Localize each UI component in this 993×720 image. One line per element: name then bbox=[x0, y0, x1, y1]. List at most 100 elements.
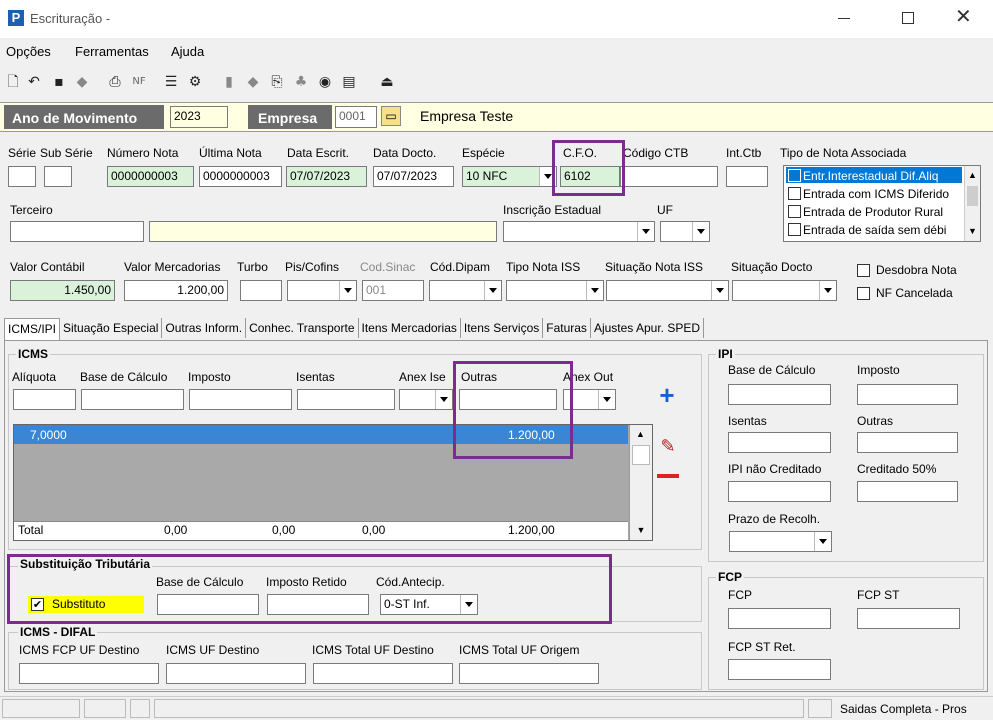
exit-icon[interactable]: ⏏ bbox=[378, 73, 396, 91]
preview-icon[interactable]: ⎙ bbox=[106, 73, 124, 91]
situacaodocto-select[interactable] bbox=[732, 280, 837, 301]
especie-select[interactable]: 10 NFC bbox=[462, 166, 557, 187]
serie-input[interactable] bbox=[8, 166, 36, 187]
ipi-isentas-input[interactable] bbox=[728, 432, 831, 453]
codsinac-input[interactable]: 001 bbox=[362, 280, 424, 301]
ipi-imposto-input[interactable] bbox=[857, 384, 958, 405]
situacaoiss-select[interactable] bbox=[606, 280, 729, 301]
tab-conhec-transporte[interactable]: Conhec. Transporte bbox=[246, 318, 359, 338]
terceiro-code-input[interactable] bbox=[10, 221, 144, 242]
data-escrit-input[interactable]: 07/07/2023 bbox=[286, 166, 367, 187]
erase-icon[interactable]: ◆ bbox=[73, 73, 91, 91]
difal-total-orig-input[interactable] bbox=[459, 663, 599, 684]
maximize-icon[interactable] bbox=[902, 12, 914, 24]
icms-aliquota-input[interactable] bbox=[13, 389, 76, 410]
ipi-nao-cred-input[interactable] bbox=[728, 481, 831, 502]
tipo-nota-item[interactable]: Entr.Interestadual Dif.Aliq bbox=[786, 167, 962, 183]
data-docto-label: Data Docto. bbox=[373, 146, 437, 160]
menu-opcoes[interactable]: Opções bbox=[6, 44, 51, 59]
nf-cancelada-checkbox[interactable] bbox=[857, 287, 870, 300]
nfe-icon[interactable]: NF bbox=[130, 73, 148, 91]
int-ctb-input[interactable] bbox=[726, 166, 768, 187]
valor-mercadorias-input[interactable]: 1.200,00 bbox=[124, 280, 228, 301]
empresa-code-input[interactable]: 0001 bbox=[335, 106, 377, 128]
menu-ajuda[interactable]: Ajuda bbox=[171, 44, 204, 59]
ano-input[interactable]: 2023 bbox=[170, 106, 228, 128]
icms-imposto-input[interactable] bbox=[189, 389, 292, 410]
turbo-input[interactable] bbox=[240, 280, 282, 301]
icms-anexise-select[interactable] bbox=[399, 389, 453, 410]
piscofins-select[interactable] bbox=[287, 280, 357, 301]
tab-itens-mercadorias[interactable]: Itens Mercadorias bbox=[359, 318, 461, 338]
fcp-input[interactable] bbox=[728, 608, 831, 629]
fcp-st-ret-input[interactable] bbox=[728, 659, 831, 680]
tipo-nota-item[interactable]: Entrada de saída sem débi bbox=[786, 221, 962, 237]
edit-row-button[interactable]: ✎ bbox=[655, 436, 681, 460]
close-icon[interactable]: ✕ bbox=[955, 4, 972, 28]
chevron-down-icon bbox=[435, 390, 452, 409]
icms-grid-scrollbar[interactable]: ▲ bbox=[629, 425, 652, 521]
tiponotaiss-select[interactable] bbox=[506, 280, 604, 301]
add-row-button[interactable]: + bbox=[653, 382, 681, 408]
folder-icon[interactable]: ▭ bbox=[381, 106, 401, 126]
icms-grid-scroll-down[interactable]: ▼ bbox=[629, 521, 652, 540]
tab-situacao-especial[interactable]: Situação Especial bbox=[60, 318, 163, 338]
tab-itens-servicos[interactable]: Itens Serviços bbox=[461, 318, 544, 338]
desdobra-checkbox[interactable] bbox=[857, 264, 870, 277]
difal-fcp-dest-input[interactable] bbox=[19, 663, 159, 684]
tab-icms-ipi[interactable]: ICMS/IPI bbox=[4, 318, 61, 340]
difal-uf-dest-input[interactable] bbox=[166, 663, 306, 684]
numero-nota-input[interactable]: 0000000003 bbox=[107, 166, 194, 187]
ipi-outras-input[interactable] bbox=[857, 432, 958, 453]
tipo-nota-scrollbar[interactable]: ▲ ▼ bbox=[964, 166, 980, 241]
chevron-down-icon bbox=[484, 281, 501, 300]
coddipam-select[interactable] bbox=[429, 280, 502, 301]
chevron-down-icon[interactable]: ▼ bbox=[968, 226, 977, 236]
tab-faturas[interactable]: Faturas bbox=[543, 318, 591, 338]
title-bar bbox=[0, 0, 993, 38]
chart-icon[interactable]: ◆ bbox=[244, 73, 262, 91]
st-highlight bbox=[7, 554, 612, 624]
subserie-input[interactable] bbox=[44, 166, 72, 187]
undo-icon[interactable]: ↶ bbox=[25, 73, 43, 91]
tree-icon[interactable]: ♣ bbox=[292, 73, 310, 91]
codigo-ctb-input[interactable] bbox=[620, 166, 718, 187]
fcp-st-input[interactable] bbox=[857, 608, 960, 629]
icms-isentas-input[interactable] bbox=[297, 389, 395, 410]
ipi-cred50-input[interactable] bbox=[857, 481, 958, 502]
ie-select[interactable] bbox=[503, 221, 655, 242]
valor-contabil-input[interactable]: 1.450,00 bbox=[10, 280, 115, 301]
terceiro-label: Terceiro bbox=[10, 203, 53, 217]
remove-row-button[interactable] bbox=[657, 474, 679, 478]
ultima-nota-input[interactable]: 0000000003 bbox=[199, 166, 282, 187]
ipi-prazo-select[interactable] bbox=[729, 531, 832, 552]
chevron-down-icon bbox=[586, 281, 603, 300]
scroll-thumb[interactable] bbox=[632, 445, 650, 465]
tab-ajustes-sped[interactable]: Ajustes Apur. SPED bbox=[591, 318, 704, 338]
icms-base-input[interactable] bbox=[81, 389, 184, 410]
new-icon[interactable]: 🗋 bbox=[4, 73, 22, 91]
terceiro-name-input[interactable] bbox=[149, 221, 497, 242]
difal-total-dest-input[interactable] bbox=[313, 663, 453, 684]
tipo-nota-item[interactable]: Entrada de Produtor Rural bbox=[786, 203, 962, 219]
tipo-nota-item[interactable]: Entrada com ICMS Diferido bbox=[786, 185, 962, 201]
cib-icon[interactable]: ◉ bbox=[316, 73, 334, 91]
desdobra-label: Desdobra Nota bbox=[876, 263, 957, 277]
uf-select[interactable] bbox=[660, 221, 710, 242]
tab-outras-inform[interactable]: Outras Inform. bbox=[162, 318, 247, 338]
chevron-up-icon[interactable]: ▲ bbox=[968, 170, 977, 180]
minimize-icon[interactable] bbox=[838, 18, 850, 19]
report-icon[interactable]: ▤ bbox=[340, 73, 358, 91]
scroll-thumb[interactable] bbox=[967, 186, 978, 206]
data-docto-input[interactable]: 07/07/2023 bbox=[373, 166, 454, 187]
save-icon[interactable]: ▪ bbox=[50, 73, 68, 91]
doc-icon[interactable]: ⎘ bbox=[268, 73, 286, 91]
tools-icon[interactable]: ⚙ bbox=[186, 73, 204, 91]
menu-ferramentas[interactable]: Ferramentas bbox=[75, 44, 149, 59]
tipo-nota-list[interactable]: Entr.Interestadual Dif.Aliq Entrada com … bbox=[783, 165, 981, 242]
ipi-base-input[interactable] bbox=[728, 384, 831, 405]
list-icon[interactable]: ☰ bbox=[162, 73, 180, 91]
book-icon[interactable]: ▮ bbox=[220, 73, 238, 91]
icms-col-base: Base de Cálculo bbox=[80, 370, 168, 384]
chevron-up-icon[interactable]: ▲ bbox=[636, 429, 645, 439]
